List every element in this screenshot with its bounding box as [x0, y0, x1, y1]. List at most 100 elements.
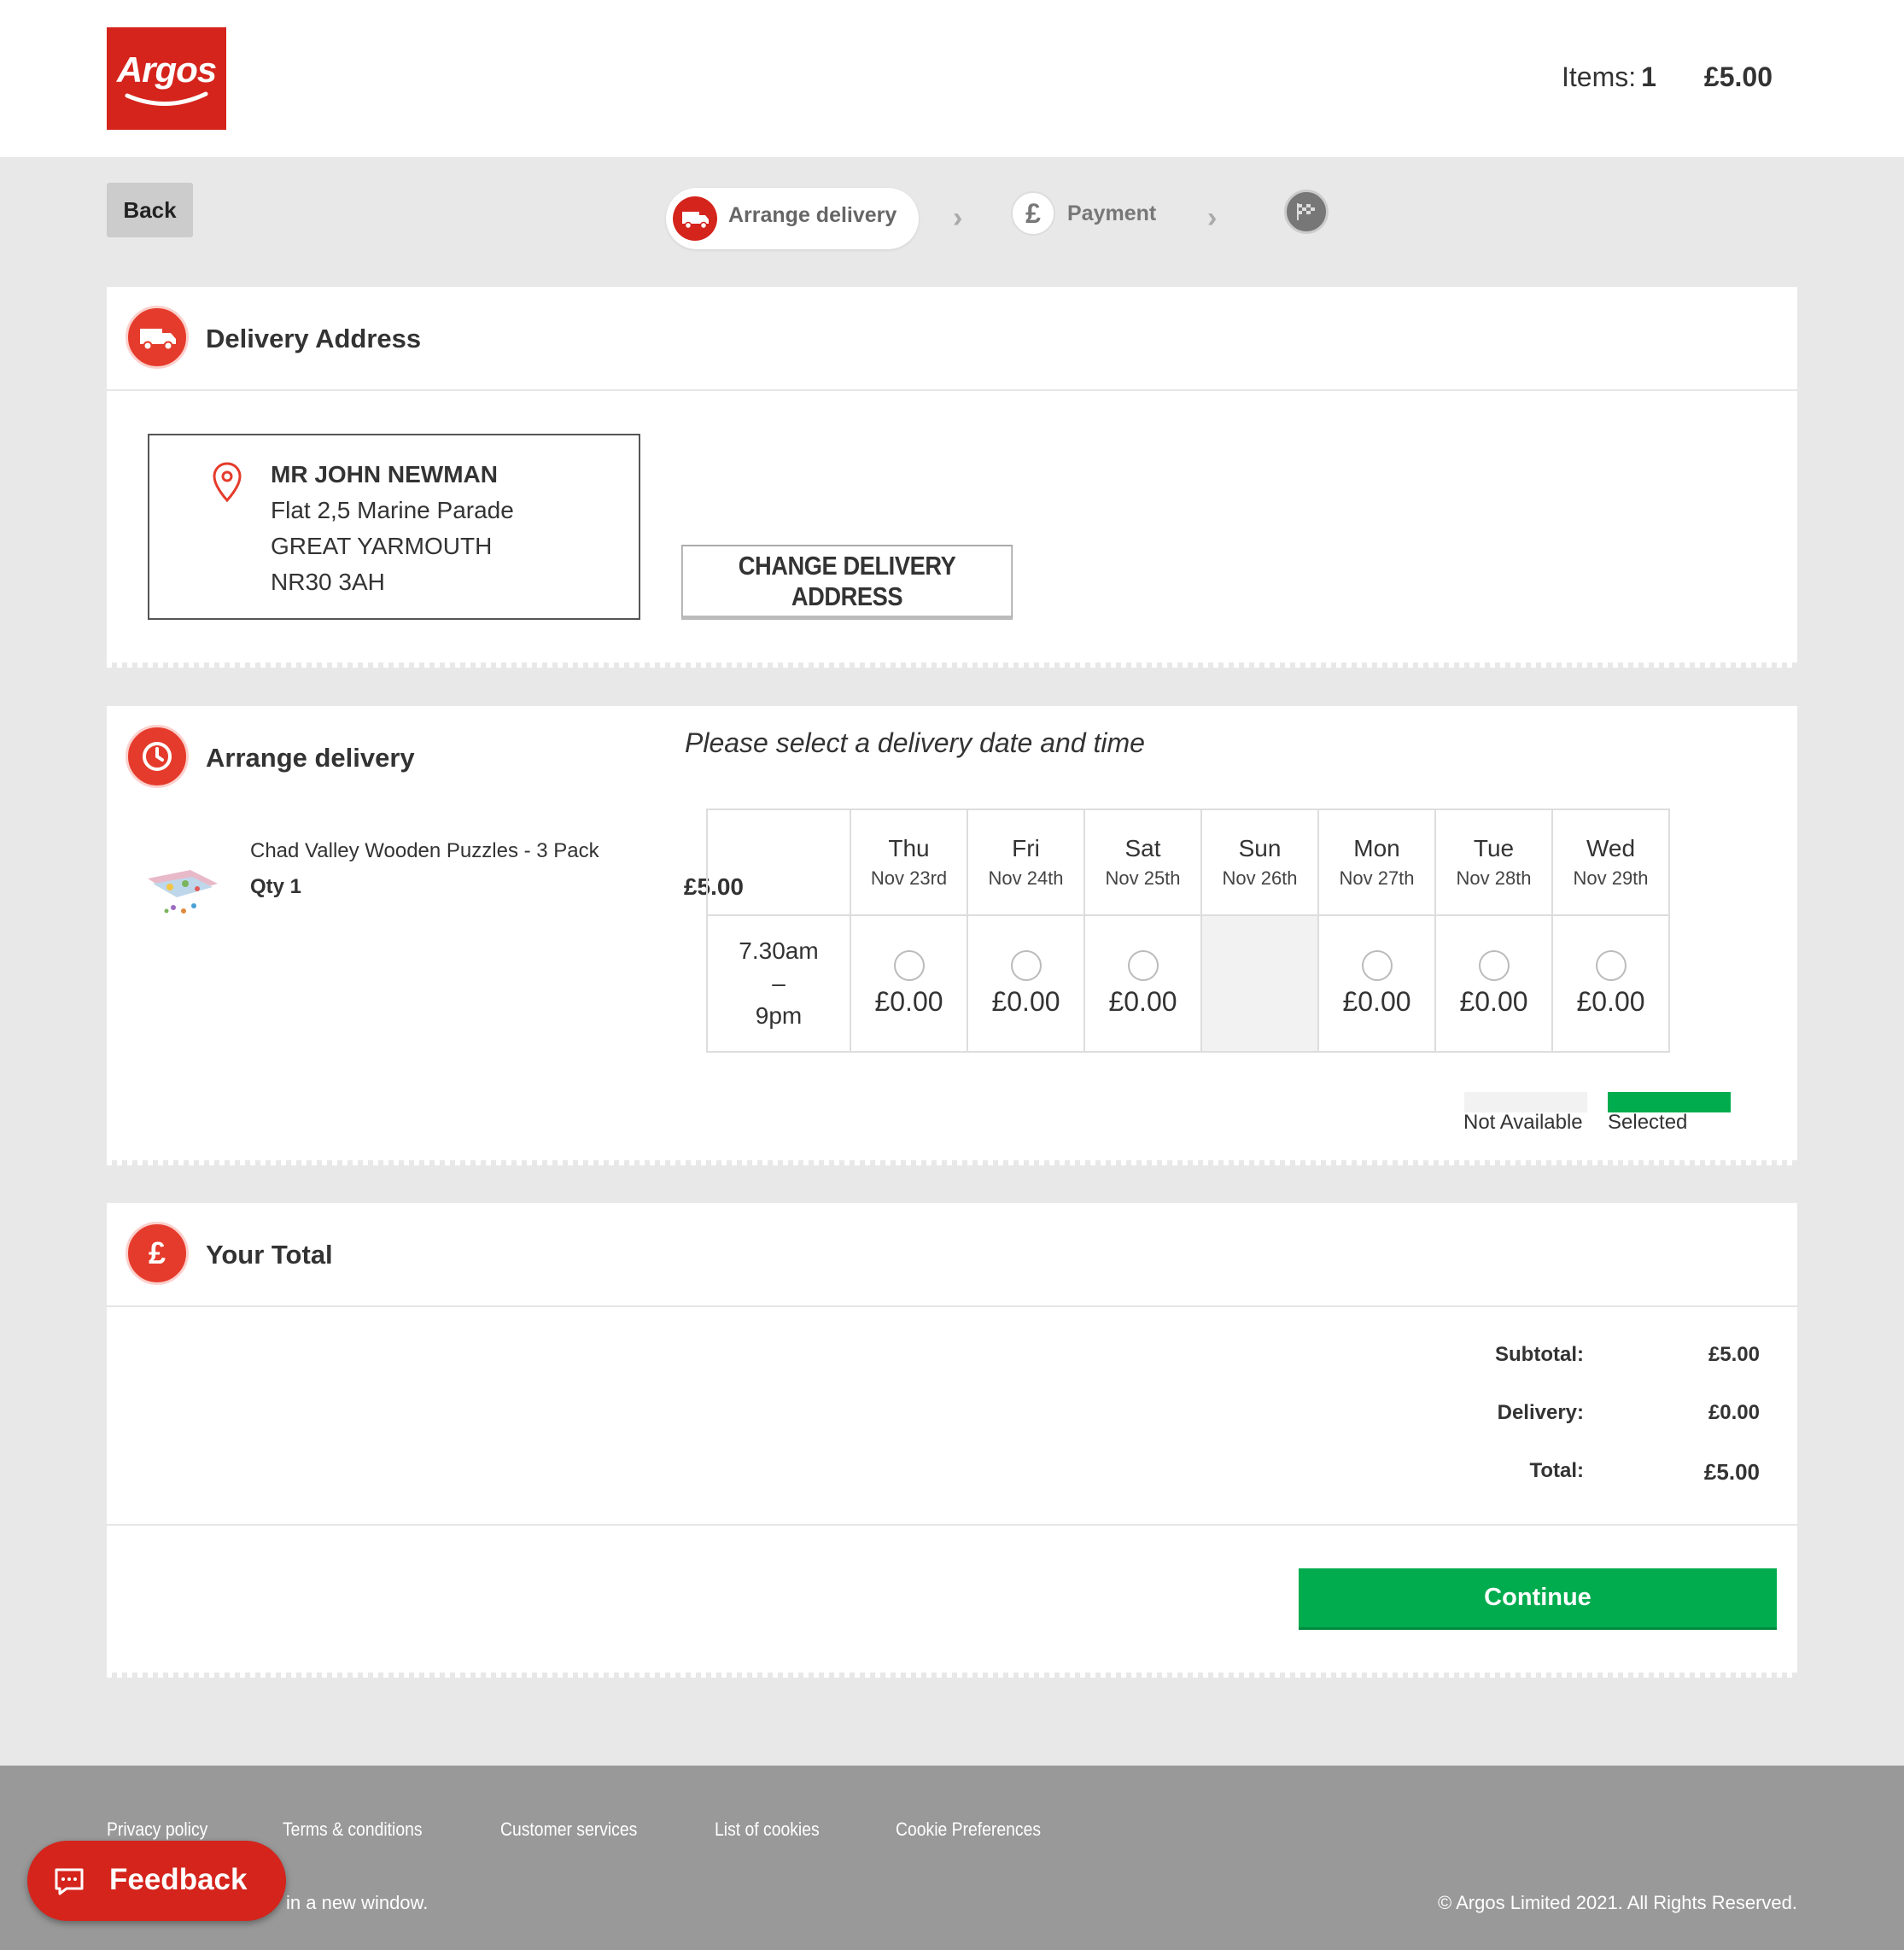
- items-count: 1: [1641, 61, 1656, 92]
- day-date: Nov 24th: [988, 867, 1064, 889]
- day-header: Thu Nov 23rd: [850, 809, 968, 916]
- day-name: Mon: [1353, 835, 1400, 861]
- chevron-right-icon: ›: [953, 201, 963, 234]
- location-pin-icon: [213, 462, 242, 503]
- slot-grid-header-row: Thu Nov 23rd Fri Nov 24th Sat Nov 25th Sun N…: [706, 809, 1670, 916]
- svg-text:£: £: [149, 1235, 166, 1270]
- day-header: Mon Nov 27th: [1317, 809, 1436, 916]
- finish-flag-icon: [1284, 190, 1329, 234]
- footer-link-customer-services[interactable]: Customer services: [500, 1819, 637, 1841]
- day-date: Nov 27th: [1339, 867, 1415, 889]
- items-label: Items:: [1562, 61, 1637, 92]
- feedback-label: Feedback: [109, 1863, 248, 1896]
- delivery-address-panel: Delivery Address MR JOHN NEWMAN Flat 2,5…: [107, 287, 1797, 668]
- delivery-value: £0.00: [1708, 1401, 1760, 1424]
- logo-swoosh-icon: [125, 91, 208, 106]
- slot-price: £0.00: [1342, 985, 1411, 1017]
- footer-link-privacy[interactable]: Privacy policy: [107, 1819, 207, 1841]
- change-delivery-address-button[interactable]: CHANGE DELIVERY ADDRESS: [681, 545, 1013, 620]
- slot-row: 7.30am – 9pm £0.00 £0.00 £0.00 £0.00 £0.…: [706, 914, 1670, 1053]
- slot-cell-wed[interactable]: £0.00: [1551, 914, 1670, 1053]
- slot-time: 7.30am – 9pm: [706, 914, 851, 1053]
- day-name: Tue: [1473, 835, 1515, 861]
- panel-edge: [107, 663, 1797, 668]
- feedback-button[interactable]: Feedback: [27, 1841, 286, 1921]
- address-town: GREAT YARMOUTH: [271, 533, 493, 559]
- copyright: © Argos Limited 2021. All Rights Reserve…: [1438, 1892, 1797, 1913]
- slot-cell-mon[interactable]: £0.00: [1317, 914, 1436, 1053]
- day-header: Wed Nov 29th: [1551, 809, 1670, 916]
- day-name: Fri: [1012, 835, 1040, 861]
- your-total-panel: £ Your Total Subtotal: £5.00 Delivery: £…: [107, 1203, 1797, 1678]
- day-name: Wed: [1586, 835, 1636, 861]
- slot-grid-corner: [706, 809, 851, 916]
- slot-cell-sun-unavailable: [1200, 914, 1319, 1053]
- slot-radio[interactable]: [1478, 949, 1510, 981]
- day-header: Sat Nov 25th: [1083, 809, 1202, 916]
- slot-price: £0.00: [1576, 985, 1645, 1017]
- slot-radio[interactable]: [1127, 949, 1159, 981]
- basket-summary: Items: 1 £5.00: [1562, 61, 1773, 93]
- address-card: MR JOHN NEWMAN Flat 2,5 Marine Parade GR…: [148, 434, 640, 620]
- total-value: £5.00: [1703, 1459, 1760, 1485]
- day-date: Nov 23rd: [870, 867, 948, 889]
- day-name: Sun: [1238, 835, 1282, 861]
- day-date: Nov 28th: [1456, 867, 1532, 889]
- day-name: Thu: [888, 835, 930, 861]
- pound-icon: £: [1011, 191, 1055, 236]
- panel-edge: [107, 1673, 1797, 1678]
- clock-icon: [126, 725, 189, 788]
- slot-start: 7.30am: [739, 937, 819, 964]
- panel-edge: [107, 1160, 1797, 1165]
- argos-logo[interactable]: Argos: [107, 27, 226, 130]
- footer-link-cookies[interactable]: List of cookies: [715, 1819, 820, 1841]
- slot-end: 9pm: [755, 1002, 803, 1029]
- delivery-address-title: Delivery Address: [206, 324, 422, 353]
- truck-icon: [673, 196, 717, 241]
- day-date: Nov 29th: [1573, 867, 1649, 889]
- slot-price: £0.00: [991, 985, 1060, 1017]
- day-date: Nov 26th: [1222, 867, 1298, 889]
- slot-radio[interactable]: [893, 949, 925, 981]
- arrange-delivery-title: Arrange delivery: [206, 743, 415, 773]
- delivery-slot-grid: Thu Nov 23rd Fri Nov 24th Sat Nov 25th Sun N…: [706, 809, 1670, 1053]
- slot-cell-tue[interactable]: £0.00: [1434, 914, 1553, 1053]
- day-header: Fri Nov 24th: [967, 809, 1085, 916]
- site-header: Argos Items: 1 £5.00: [0, 0, 1904, 157]
- day-date: Nov 25th: [1105, 867, 1181, 889]
- section-divider: [107, 1524, 1797, 1526]
- address-line1: Flat 2,5 Marine Parade: [271, 497, 514, 523]
- section-divider: [107, 389, 1797, 391]
- address-postcode: NR30 3AH: [271, 569, 385, 595]
- slot-radio[interactable]: [1595, 949, 1627, 981]
- slot-radio[interactable]: [1361, 949, 1393, 981]
- slot-price: £0.00: [874, 985, 943, 1017]
- slot-dash: –: [772, 970, 786, 996]
- slot-cell-thu[interactable]: £0.00: [850, 914, 968, 1053]
- chevron-right-icon: ›: [1207, 201, 1218, 234]
- back-button[interactable]: Back: [107, 183, 193, 237]
- footer-link-cookie-preferences[interactable]: Cookie Preferences: [896, 1819, 1041, 1841]
- delivery-label: Delivery:: [1497, 1401, 1584, 1424]
- footer-note: in a new window.: [286, 1892, 429, 1913]
- legend-not-available-swatch: [1464, 1092, 1587, 1112]
- footer-link-terms[interactable]: Terms & conditions: [283, 1819, 423, 1841]
- chat-bubble-icon: [55, 1868, 84, 1895]
- address-name: MR JOHN NEWMAN: [271, 461, 498, 488]
- continue-button[interactable]: Continue: [1299, 1568, 1777, 1630]
- pound-icon: £: [126, 1222, 189, 1285]
- section-divider: [107, 1305, 1797, 1307]
- arrange-delivery-panel: Arrange delivery Please select a deliver…: [107, 706, 1797, 1165]
- slot-cell-sat[interactable]: £0.00: [1083, 914, 1202, 1053]
- subtotal-label: Subtotal:: [1495, 1343, 1584, 1366]
- slot-cell-fri[interactable]: £0.00: [967, 914, 1085, 1053]
- truck-icon: [126, 306, 189, 369]
- day-header: Tue Nov 28th: [1434, 809, 1553, 916]
- slot-price: £0.00: [1459, 985, 1528, 1017]
- step-label-payment: Payment: [1067, 201, 1157, 225]
- your-total-title: Your Total: [206, 1240, 333, 1270]
- site-footer: Privacy policy Terms & conditions Custom…: [0, 1766, 1904, 1950]
- subtotal-value: £5.00: [1708, 1343, 1760, 1366]
- slot-radio[interactable]: [1010, 949, 1042, 981]
- logo-wordmark: Argos: [116, 50, 217, 90]
